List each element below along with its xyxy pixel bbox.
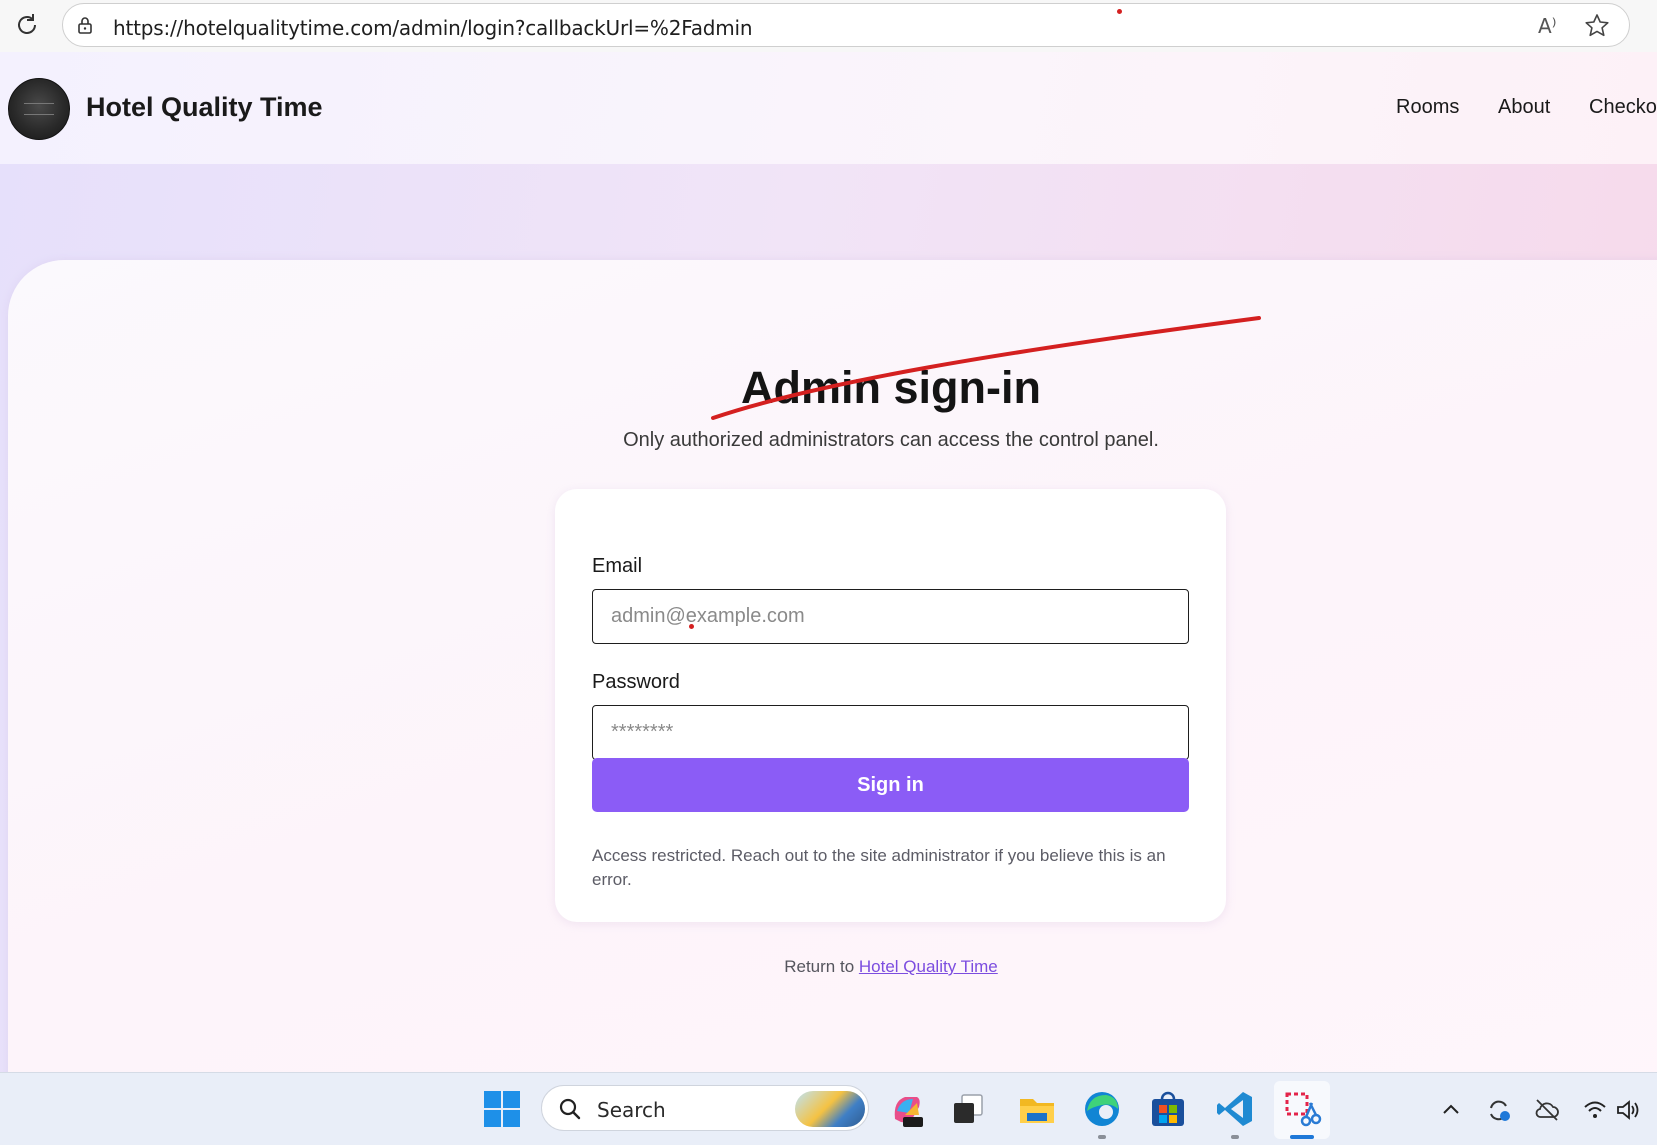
password-label: Password — [592, 671, 680, 693]
nav-about[interactable]: About — [1498, 96, 1550, 119]
taskbar: Search — [0, 1072, 1657, 1145]
access-notice: Access restricted. Reach out to the site… — [592, 846, 1166, 889]
read-aloud-icon[interactable]: A⁾ — [1538, 14, 1564, 40]
edge-icon[interactable] — [1082, 1089, 1122, 1129]
page: Hotel Quality Time Rooms About Checko Ad… — [0, 52, 1657, 1072]
edge-running-indicator — [1098, 1135, 1106, 1139]
nav-checkout[interactable]: Checko — [1589, 96, 1657, 119]
file-explorer-icon[interactable] — [1017, 1089, 1057, 1129]
url-text[interactable]: https://hotelqualitytime.com/admin/login… — [113, 16, 753, 40]
snipping-tool-icon[interactable] — [1282, 1089, 1322, 1129]
reload-icon[interactable] — [12, 10, 42, 40]
star-icon[interactable] — [1583, 12, 1611, 40]
sign-in-button[interactable]: Sign in — [592, 758, 1189, 812]
return-prefix: Return to — [784, 957, 859, 976]
annotation-dot — [689, 624, 694, 629]
vscode-running-indicator — [1231, 1135, 1239, 1139]
page-subtitle: Only authorized administrators can acces… — [623, 429, 1159, 451]
annotation-dot — [1117, 9, 1122, 14]
volume-icon[interactable] — [1615, 1097, 1641, 1123]
return-home-link[interactable]: Hotel Quality Time — [859, 957, 998, 976]
snipping-tool-active-indicator — [1290, 1135, 1314, 1139]
copilot-icon[interactable] — [887, 1089, 927, 1129]
search-label: Search — [597, 1098, 666, 1122]
nav-rooms[interactable]: Rooms — [1396, 96, 1459, 119]
login-form: Email Password Sign in Access restricted… — [555, 489, 1226, 922]
windows-start-icon[interactable] — [483, 1090, 521, 1128]
site-title[interactable]: Hotel Quality Time — [86, 92, 323, 123]
password-field[interactable] — [592, 705, 1189, 760]
wifi-icon[interactable] — [1582, 1097, 1608, 1123]
store-icon[interactable] — [1148, 1089, 1188, 1129]
address-bar[interactable]: https://hotelqualitytime.com/admin/login… — [62, 3, 1630, 47]
browser-toolbar: https://hotelqualitytime.com/admin/login… — [0, 0, 1657, 53]
email-label: Email — [592, 555, 643, 577]
chevron-up-icon[interactable] — [1438, 1097, 1464, 1123]
email-field[interactable] — [592, 589, 1189, 644]
page-title: Admin sign-in — [741, 362, 1041, 413]
vscode-icon[interactable] — [1215, 1089, 1255, 1129]
search-highlight-image — [795, 1091, 865, 1127]
lock-icon[interactable] — [75, 15, 95, 35]
site-header: Hotel Quality Time Rooms About Checko — [0, 52, 1657, 164]
task-view-icon[interactable] — [948, 1089, 988, 1129]
sync-icon[interactable] — [1486, 1097, 1512, 1123]
search-icon — [559, 1098, 581, 1120]
taskbar-search[interactable]: Search — [541, 1085, 869, 1131]
return-line: Return to Hotel Quality Time — [0, 957, 1657, 977]
cloud-off-icon[interactable] — [1534, 1097, 1560, 1123]
hotel-logo[interactable] — [8, 78, 70, 140]
